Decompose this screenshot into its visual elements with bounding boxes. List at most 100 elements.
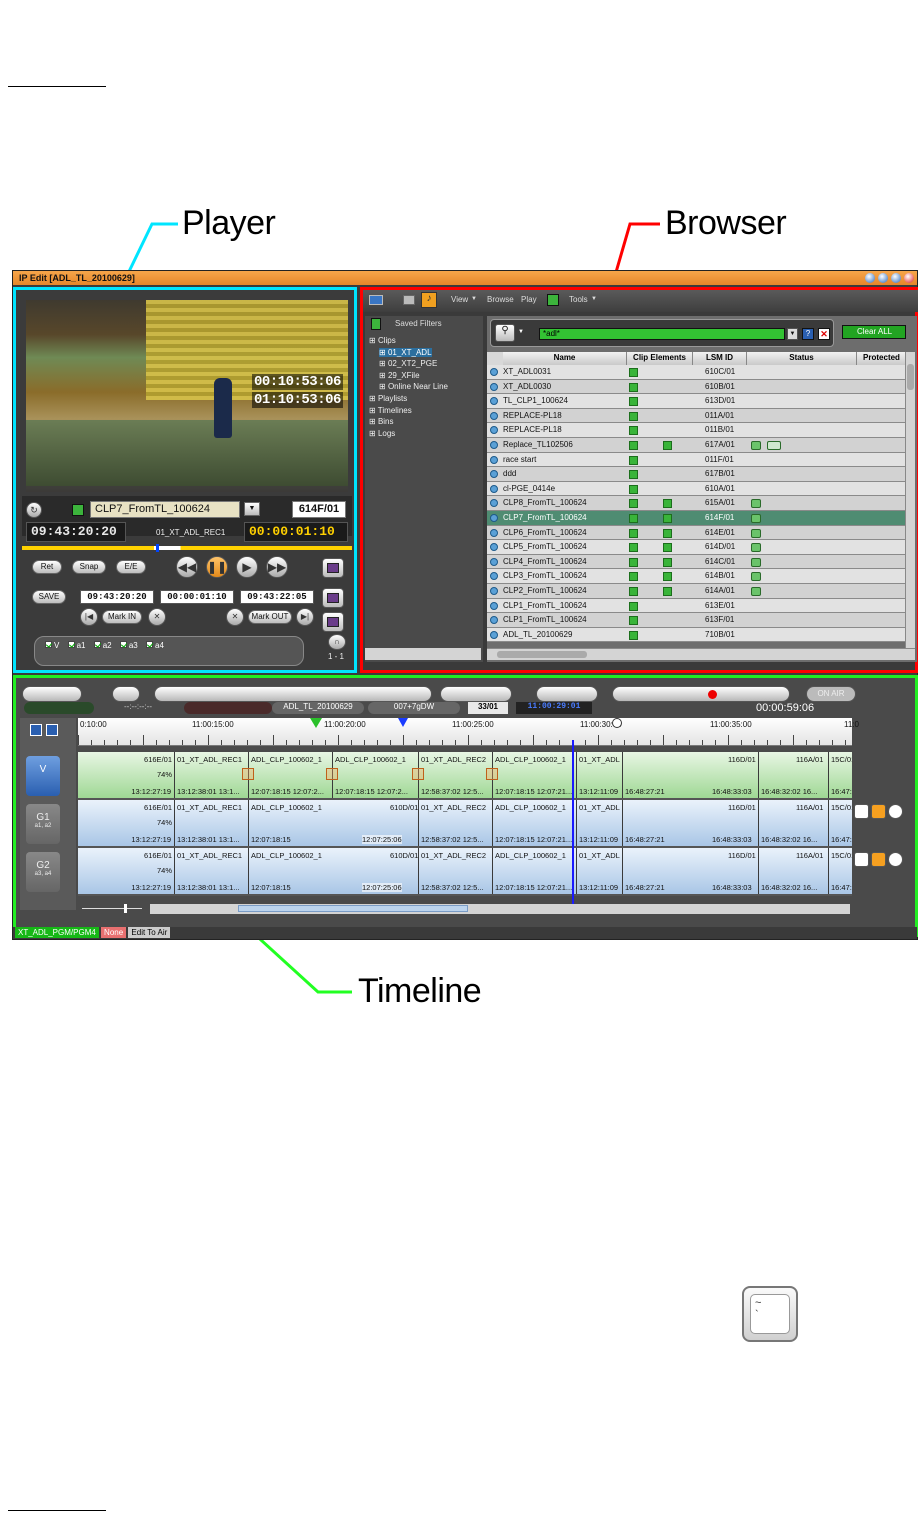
timeline-clip[interactable]: 15C/01 16:47: bbox=[828, 752, 852, 798]
timeline-clip[interactable]: 01_XT_ADL_REC2 12:58:37:02 12:5... bbox=[418, 800, 492, 846]
track-v[interactable]: 616E/01 74% 13:12:27:19 01_XT_ADL_REC1 13:12… bbox=[78, 752, 852, 800]
tree-item[interactable]: ⊞ Timelines bbox=[369, 406, 412, 415]
ret-button[interactable]: Ret bbox=[32, 560, 62, 574]
timeline-clip[interactable]: 616E/01 74% 13:12:27:19 bbox=[78, 848, 174, 894]
timeline-clip[interactable]: ADL_CLP_100602_1 12:07:18:15 12:07:21... bbox=[492, 800, 576, 846]
track-g2[interactable]: 616E/01 74% 13:12:27:19 01_XT_ADL_REC1 13:12… bbox=[78, 848, 852, 896]
view-menu[interactable]: View bbox=[451, 295, 468, 304]
clear-out-button[interactable]: ✕ bbox=[226, 608, 244, 626]
column-header-lsm-id[interactable]: LSM ID bbox=[693, 352, 747, 365]
save-button[interactable]: SAVE bbox=[32, 590, 66, 604]
timeline-clip[interactable]: ADL_CLP_100602_1 12:07:18:15 12:07:2... bbox=[248, 752, 332, 798]
search-clear-icon[interactable]: ✕ bbox=[818, 328, 830, 340]
timeline-clip[interactable]: 01_XT_ADL 13:12:11:09 bbox=[576, 752, 622, 798]
timeline-clip[interactable]: 616E/01 74% 13:12:27:19 bbox=[78, 800, 174, 846]
tools-menu[interactable]: Tools bbox=[569, 295, 588, 304]
g2-speaker-icon[interactable] bbox=[888, 852, 903, 867]
clip-row[interactable]: ADL_TL_20100629 710B/01 bbox=[487, 627, 905, 643]
clip-row[interactable]: CLP6_FromTL_100624 614E/01 bbox=[487, 525, 905, 541]
lsm-id-field[interactable]: 614F/01 bbox=[292, 501, 346, 518]
tree-item[interactable]: ⊞ Playlists bbox=[369, 394, 407, 403]
column-header-name[interactable]: Name bbox=[503, 352, 627, 365]
timeline-clip[interactable]: 01_XT_ADL_REC1 13:12:38:01 13:1... bbox=[174, 752, 248, 798]
clip-row[interactable]: CLP3_FromTL_100624 614B/01 bbox=[487, 569, 905, 584]
g2-swap-icon[interactable] bbox=[871, 852, 886, 867]
track-label-v[interactable]: V bbox=[26, 756, 60, 796]
clip-row[interactable]: XT_ADL0031 610C/01 bbox=[487, 365, 905, 380]
tree-expand-icon[interactable]: ⊞ bbox=[369, 336, 378, 345]
maximize-icon[interactable] bbox=[891, 273, 901, 283]
clip-row[interactable]: CLP2_FromTL_100624 614A/01 bbox=[487, 584, 905, 599]
headphones-icon[interactable]: ∩ bbox=[328, 634, 346, 650]
monitor-icon[interactable] bbox=[369, 295, 383, 305]
search-dropdown-icon[interactable]: ▼ bbox=[787, 328, 798, 340]
clear-all-button[interactable]: Clear ALL bbox=[842, 325, 906, 339]
timeline-clip[interactable]: ADL_CLP_100602_1 12:07:18:15 12:07:21... bbox=[492, 752, 576, 798]
playhead-marker[interactable] bbox=[398, 718, 408, 727]
filter-icon[interactable] bbox=[371, 318, 381, 330]
tree-item[interactable]: ⊞ 01_XT_ADL bbox=[379, 347, 432, 357]
timeline-clip[interactable]: 01_XT_ADL_REC2 12:58:37:02 12:5... bbox=[418, 752, 492, 798]
tree-expand-icon[interactable]: ⊞ bbox=[379, 348, 388, 357]
clip-row[interactable]: CLP5_FromTL_100624 614D/01 bbox=[487, 540, 905, 555]
timeline-clip[interactable]: 01_XT_ADL_REC1 13:12:38:01 13:1... bbox=[174, 800, 248, 846]
clip-row[interactable]: CLP8_FromTL_100624 615A/01 bbox=[487, 496, 905, 511]
tree-hscroll[interactable] bbox=[365, 648, 481, 660]
tree-expand-icon[interactable]: ⊞ bbox=[379, 371, 388, 380]
goto-in-button[interactable]: |◀ bbox=[80, 608, 98, 626]
timeline-clip[interactable]: ADL_CLP_100602_1 12:07:18:15 12:07:2... bbox=[332, 752, 418, 798]
tree-expand-icon[interactable]: ⊞ bbox=[379, 382, 388, 391]
search-options-icon[interactable]: ▼ bbox=[518, 329, 524, 335]
timeline-transport-group[interactable] bbox=[612, 686, 790, 702]
clip-row[interactable]: CLP1_FromTL_100624 613F/01 bbox=[487, 613, 905, 628]
minimize-icon[interactable] bbox=[878, 273, 888, 283]
browse-tab[interactable]: Browse bbox=[487, 295, 514, 304]
jog-bar-cursor[interactable] bbox=[156, 544, 159, 552]
tree-expand-icon[interactable]: ⊞ bbox=[369, 394, 378, 403]
channel-a1-checkbox[interactable] bbox=[67, 641, 75, 648]
channel-a3-checkbox[interactable] bbox=[119, 641, 127, 648]
clip-name-field[interactable]: CLP7_FromTL_100624 bbox=[90, 501, 240, 518]
column-header-protected[interactable]: Protected bbox=[857, 352, 907, 365]
transition-marker[interactable] bbox=[242, 768, 254, 780]
g1-speaker-icon[interactable] bbox=[888, 804, 903, 819]
clip-row[interactable]: race start 011F/01 bbox=[487, 452, 905, 468]
undo-redo-group[interactable] bbox=[22, 686, 82, 702]
column-header-status[interactable]: Status bbox=[747, 352, 857, 365]
jog-bar[interactable] bbox=[22, 546, 352, 550]
timeline-clip[interactable]: 01_XT_ADL 13:12:11:09 bbox=[576, 848, 622, 894]
transition-marker[interactable] bbox=[412, 768, 424, 780]
tree-item[interactable]: ⊞ 29_XFile bbox=[379, 371, 420, 380]
track-g1[interactable]: 616E/01 74% 13:12:27:19 01_XT_ADL_REC1 13:12… bbox=[78, 800, 852, 848]
tree-item[interactable]: ⊞ Logs bbox=[369, 429, 395, 438]
record-clip-icon[interactable] bbox=[322, 558, 344, 578]
ee-button[interactable]: E/E bbox=[116, 560, 146, 574]
search-help-icon[interactable]: ? bbox=[802, 328, 814, 340]
append-clip-icon[interactable] bbox=[322, 612, 344, 632]
print-icon[interactable] bbox=[403, 295, 415, 305]
clip-row[interactable]: Replace_TL102506 617A/01 bbox=[487, 438, 905, 453]
clear-in-button[interactable]: ✕ bbox=[148, 608, 166, 626]
track-label-g1[interactable]: G1 a1, a2 bbox=[26, 804, 60, 844]
timeline-clip[interactable]: ADL_CLP_100602_1 12:07:18:15 12:07:21... bbox=[492, 848, 576, 894]
refresh-icon[interactable] bbox=[547, 294, 559, 306]
timeline-clip[interactable]: 01_XT_ADL_REC2 12:58:37:02 12:5... bbox=[418, 848, 492, 894]
tree-expand-icon[interactable]: ⊞ bbox=[369, 429, 378, 438]
grid-hscroll[interactable] bbox=[487, 648, 915, 660]
play-tab[interactable]: Play bbox=[521, 295, 537, 304]
clip-row[interactable]: CLP4_FromTL_100624 614C/01 bbox=[487, 554, 905, 570]
grid-hscroll-thumb[interactable] bbox=[497, 651, 587, 658]
clip-row[interactable]: REPLACE-PL18 011B/01 bbox=[487, 423, 905, 438]
grid-vscroll[interactable] bbox=[905, 352, 915, 648]
timeline-clip[interactable]: 01_XT_ADL_REC1 13:12:38:01 13:1... bbox=[174, 848, 248, 894]
close-icon[interactable] bbox=[904, 273, 914, 283]
g1-edit-icon[interactable] bbox=[854, 804, 869, 819]
record-icon[interactable] bbox=[708, 690, 717, 699]
timeline-fx-group[interactable] bbox=[440, 686, 512, 702]
rewind-button[interactable]: ◀◀ bbox=[176, 556, 198, 578]
clip-row[interactable]: REPLACE-PL18 011A/01 bbox=[487, 408, 905, 424]
track-lock-icon[interactable] bbox=[30, 724, 42, 736]
clip-row[interactable]: CLP1_FromTL_100624 613E/01 bbox=[487, 598, 905, 614]
clip-dropdown-button[interactable]: ▼ bbox=[244, 502, 260, 516]
search-icon[interactable]: ⚲ bbox=[495, 324, 515, 342]
